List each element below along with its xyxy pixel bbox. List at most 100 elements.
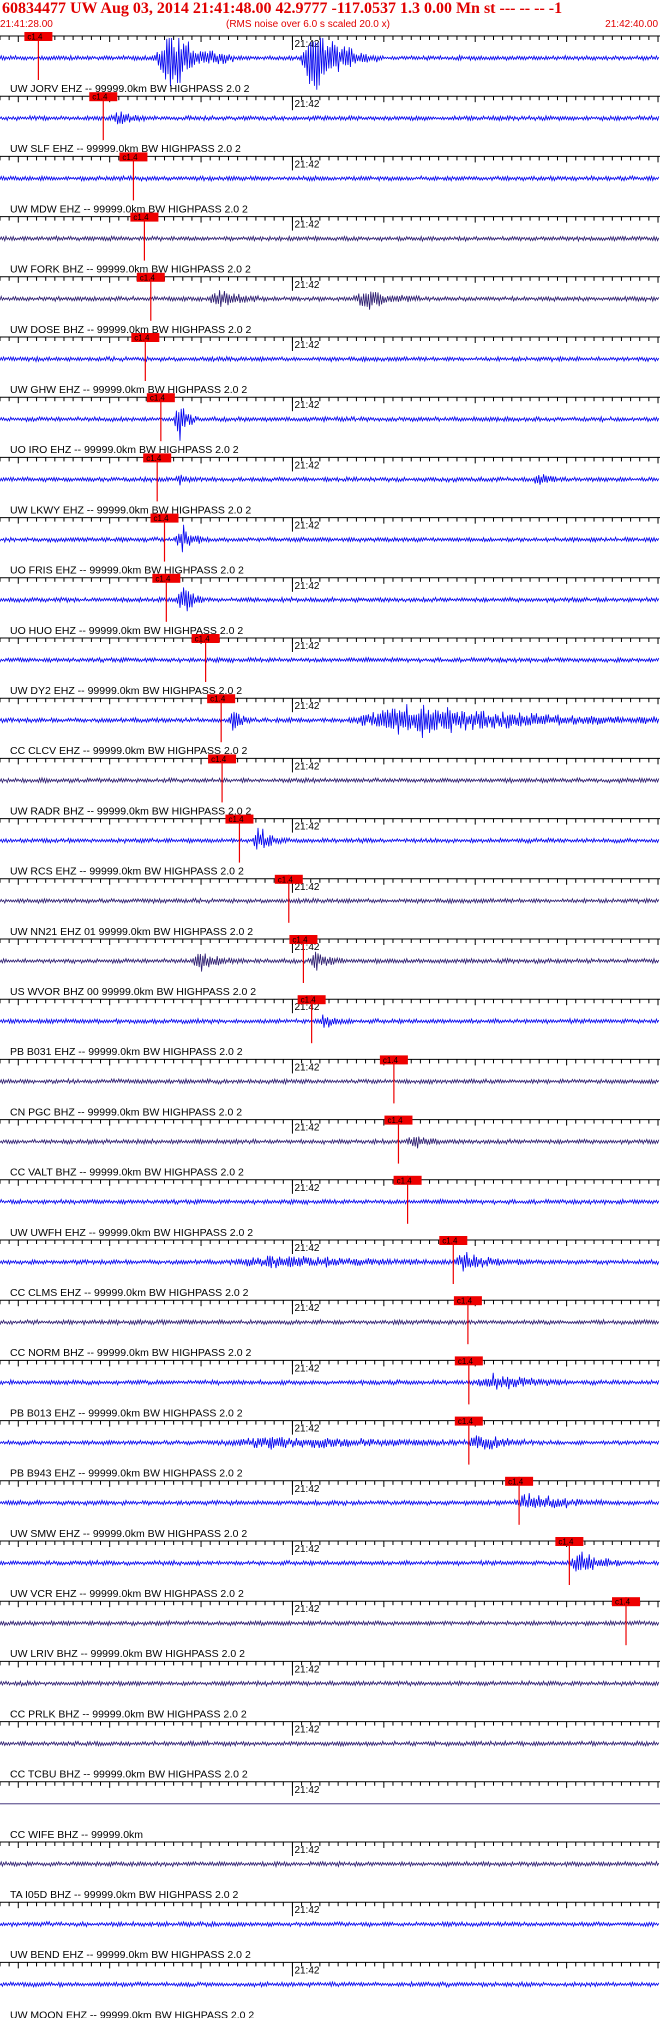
pick-label: c1.4 (292, 936, 308, 945)
trace-row: 21:42 c1.4 UW LRIV BHZ -- 99999.0km BW HIG… (0, 1597, 660, 1660)
waveform (0, 1980, 660, 1989)
trace-label: UO FRIS EHZ -- 99999.0km BW HIGHPASS 2.0… (10, 565, 244, 577)
pick-label: c1.4 (387, 1116, 403, 1125)
waveform (0, 951, 660, 972)
trace-label: UW BEND EHZ -- 99999.0km BW HIGHPASS 2.0… (10, 1949, 251, 1961)
minute-label: 21:42 (294, 521, 319, 532)
trace-row: 21:42 UW BEND EHZ -- 99999.0km BW HIGHPAS… (0, 1901, 660, 1961)
minute-label: 21:42 (294, 1123, 319, 1134)
waveform (0, 355, 660, 363)
trace-label: CC VALT BHZ -- 99999.0km BW HIGHPASS 2.0… (10, 1167, 244, 1179)
seismogram-plot: 21:42 c1.4 UW JORV EHZ -- 99999.0km BW HIG… (0, 32, 660, 2018)
trace-row: 21:42c1.4UW NN21 EHZ 01 99999.0km BW HIG… (0, 874, 660, 938)
trace-label: UW UWFH EHZ -- 99999.0km BW HIGHPASS 2.0… (10, 1227, 253, 1239)
minute-label: 21:42 (294, 280, 319, 291)
trace-label: PB B943 EHZ -- 99999.0km BW HIGHPASS 2.0… (10, 1468, 243, 1480)
pick-label: c1.4 (27, 33, 43, 42)
trace-label: CC TCBU BHZ -- 99999.0km BW HIGHPASS 2.0… (10, 1769, 248, 1781)
trace-row: 21:42 c1.4 UW FORK BHZ -- 99999.0km BW HIG… (0, 212, 660, 276)
minute-label: 21:42 (294, 1965, 319, 1976)
pick-label: c1.4 (195, 635, 211, 644)
waveform (0, 174, 660, 183)
trace-label: CC CLMS EHZ -- 99999.0km BW HIGHPASS 2.0… (10, 1287, 249, 1299)
trace-row: 21:42 c1.4 UO IRO EHZ -- 99999.0km BW HIGH… (0, 393, 660, 456)
waveform (0, 897, 660, 905)
trace-label: CC WIFE BHZ -- 99999.0km (10, 1829, 143, 1841)
minute-label: 21:42 (294, 1183, 319, 1194)
trace-label: PB B031 EHZ -- 99999.0km BW HIGHPASS 2.0… (10, 1046, 243, 1058)
trace-row: 21:42 c1.4 UW RCS EHZ -- 99999.0km BW HIGH… (0, 814, 660, 878)
minute-label: 21:42 (294, 822, 319, 833)
trace-row: 21:42c1.4UW SLF EHZ -- 99999.0km BW HIGH… (0, 92, 660, 155)
trace-label: PB B013 EHZ -- 99999.0km BW HIGHPASS 2.0… (10, 1407, 243, 1419)
waveform (0, 1619, 660, 1627)
trace-label: CN PGC BHZ -- 99999.0km BW HIGHPASS 2.0 … (10, 1106, 242, 1118)
minute-label: 21:42 (294, 220, 319, 231)
trace-row: 21:42 c1.4 UW MDW EHZ -- 99999.0km BW HIGH… (0, 152, 660, 215)
pick-label: c1.4 (155, 574, 171, 583)
waveform (0, 1435, 660, 1450)
pick-label: c1.4 (150, 394, 166, 403)
minute-label: 21:42 (294, 159, 319, 170)
pick-label: c1.4 (508, 1477, 524, 1486)
pick-label: c1.4 (122, 153, 138, 162)
trace-row: 21:42 c1.4 PB B013 EHZ -- 99999.0km BW HIG… (0, 1356, 660, 1419)
minute-label: 21:42 (294, 340, 319, 351)
trace-row: 21:42 UW MOON EHZ -- 99999.0km BW HIGHPAS… (0, 1961, 660, 2018)
waveform (0, 524, 660, 553)
pick-label: c1.4 (457, 1297, 473, 1306)
waveform (0, 290, 660, 310)
trace-label: UW MDW EHZ -- 99999.0km BW HIGHPASS 2.0 … (10, 203, 248, 215)
pick-label: c1.4 (458, 1357, 474, 1366)
waveform (0, 111, 660, 125)
trace-row: 21:42 c1.4 CC CLMS EHZ -- 99999.0km BW HIG… (0, 1236, 660, 1299)
trace-label: CC PRLK BHZ -- 99999.0km BW HIGHPASS 2.0… (10, 1708, 247, 1720)
minute-label: 21:42 (294, 701, 319, 712)
trace-label: UW GHW EHZ -- 99999.0km BW HIGHPASS 2.0 … (10, 384, 247, 396)
waveform (0, 704, 660, 739)
trace-label: US WVOR BHZ 00 99999.0km BW HIGHPASS 2.0… (10, 986, 256, 998)
waveform (0, 1372, 660, 1390)
minute-label: 21:42 (294, 1604, 319, 1615)
minute-label: 21:42 (294, 1062, 319, 1073)
trace-row: 21:42 TA I05D BHZ -- 99999.0km BW HIGHPAS… (0, 1841, 660, 1901)
waveform (0, 1679, 660, 1688)
trace-label: CC NORM BHZ -- 99999.0km BW HIGHPASS 2.0… (10, 1347, 252, 1359)
waveform (0, 1551, 660, 1572)
pick-label: c1.4 (458, 1417, 474, 1426)
trace-row: 21:42 CC PRLK BHZ -- 99999.0km BW HIGHPAS… (0, 1660, 660, 1720)
waveform (0, 656, 660, 664)
trace-label: UW RADR BHZ -- 99999.0km BW HIGHPASS 2.0… (10, 805, 252, 817)
waveform (0, 37, 660, 90)
waveform (0, 1198, 660, 1206)
trace-row: 21:42 c1.4 CC NORM BHZ -- 99999.0km BW HIG… (0, 1296, 660, 1359)
trace-label: UW VCR EHZ -- 99999.0km BW HIGHPASS 2.0 … (10, 1588, 244, 1600)
waveform (0, 1860, 660, 1869)
trace-row: 21:42 c1.4 CN PGC BHZ -- 99999.0km BW HIGH… (0, 1055, 660, 1118)
minute-label: 21:42 (294, 1243, 319, 1254)
pick-label: c1.4 (615, 1598, 631, 1607)
pick-label: c1.4 (397, 1176, 413, 1185)
pick-label: c1.4 (210, 695, 226, 704)
trace-label: UW DOSE BHZ -- 99999.0km BW HIGHPASS 2.0… (10, 324, 252, 336)
waveform (0, 408, 660, 441)
trace-row: 21:42 c1.4 UW RADR BHZ -- 99999.0km BW HIG… (0, 754, 660, 817)
pick-label: c1.4 (383, 1056, 399, 1065)
trace-row: 21:42c1.4UW DY2 EHZ -- 99999.0km BW HIGH… (0, 634, 660, 697)
trace-row: 21:42 c1.4 UW GHW EHZ -- 99999.0km BW HIGH… (0, 333, 660, 396)
minute-label: 21:42 (294, 1544, 319, 1555)
minute-label: 21:42 (294, 1905, 319, 1916)
pick-label: c1.4 (133, 213, 149, 222)
waveform (0, 1920, 660, 1929)
pick-label: c1.4 (134, 334, 150, 343)
pick-label: c1.4 (140, 273, 156, 282)
waveform (0, 1318, 660, 1327)
minute-label: 21:42 (294, 1664, 319, 1675)
pick-label: c1.4 (211, 755, 227, 764)
trace-row: 21:42c1.4US WVOR BHZ 00 99999.0km BW HIG… (0, 935, 660, 998)
waveform (0, 474, 660, 486)
waveform (0, 1136, 660, 1149)
waveform (0, 1014, 660, 1028)
pick-label: c1.4 (146, 454, 162, 463)
trace-row: 21:42 c1.4 UW VCR EHZ -- 99999.0km BW HIGH… (0, 1537, 660, 1600)
